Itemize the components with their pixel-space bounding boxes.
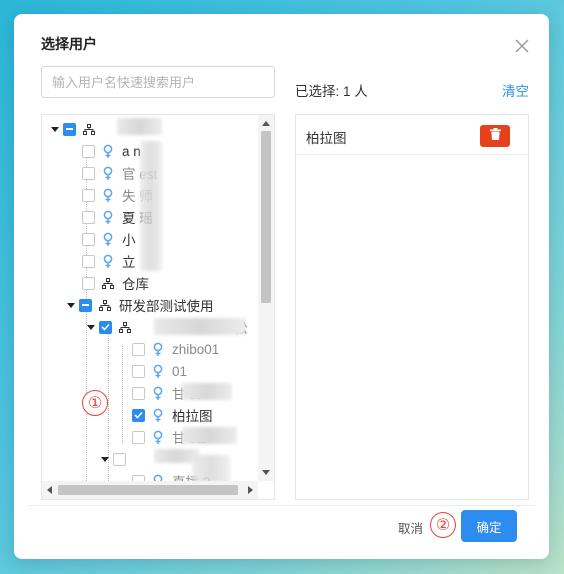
tree-node-user-selected[interactable]: 柏拉图 (132, 405, 213, 425)
scroll-up-arrow-icon[interactable] (262, 121, 270, 126)
expand-caret[interactable] (86, 322, 96, 332)
tree-checkbox[interactable] (132, 430, 145, 444)
user-search-input[interactable] (41, 66, 275, 98)
tree-node-org[interactable]: 仓库 (82, 273, 149, 293)
scroll-thumb[interactable] (261, 131, 271, 303)
tree-node-org[interactable] (100, 449, 132, 469)
cancel-button[interactable]: 取消 (398, 518, 423, 537)
tree-vertical-scrollbar[interactable] (258, 115, 274, 481)
org-icon (82, 121, 96, 137)
clear-selection-link[interactable]: 清空 (502, 80, 529, 100)
redacted-blur (182, 383, 232, 400)
annotation-marker-1: ① (82, 390, 108, 416)
expand-caret[interactable] (66, 300, 76, 310)
user-icon (101, 187, 115, 203)
tree-node-label: 立 (122, 255, 136, 270)
tree-node-label: 小 (122, 233, 136, 248)
user-icon (151, 407, 165, 423)
select-user-dialog: 选择用户 a n (14, 14, 549, 559)
user-icon (101, 209, 115, 225)
user-icon (151, 363, 165, 379)
confirm-button[interactable]: 确定 (461, 510, 517, 542)
tree-checkbox[interactable] (113, 452, 126, 466)
tree-checkbox[interactable] (79, 298, 92, 312)
tree-node-label: 研发部测试使用 (119, 299, 214, 314)
selected-users-panel: 柏拉图 (295, 114, 529, 500)
tree-node-label: 01 (172, 363, 188, 379)
dialog-title: 选择用户 (41, 36, 97, 52)
user-icon (151, 473, 165, 481)
redacted-blur (117, 118, 162, 135)
user-icon (101, 143, 115, 159)
tree-node-label: 柏拉图 (172, 409, 213, 424)
tree-node-user[interactable]: 小 (82, 229, 136, 249)
redacted-blur (154, 318, 246, 335)
redacted-blur (182, 427, 237, 444)
selected-user-name: 柏拉图 (306, 131, 347, 146)
tree-checkbox[interactable] (132, 364, 145, 378)
tree-horizontal-scrollbar[interactable] (42, 481, 258, 499)
tree-checkbox[interactable] (63, 122, 76, 136)
close-icon[interactable] (515, 39, 531, 55)
tree-node-root-org[interactable] (50, 119, 103, 139)
tree-checkbox[interactable] (99, 320, 112, 334)
delete-selected-button[interactable] (480, 125, 510, 147)
tree-guide (122, 345, 123, 443)
user-icon (101, 165, 115, 181)
scroll-down-arrow-icon[interactable] (262, 470, 270, 475)
user-icon (101, 231, 115, 247)
org-user-tree: a n 官 est 失 师 夏 瑶 (41, 114, 275, 500)
tree-checkbox[interactable] (132, 342, 145, 356)
org-icon (98, 297, 112, 313)
user-icon (151, 385, 165, 401)
footer-divider (28, 505, 535, 506)
tree-checkbox[interactable] (82, 210, 95, 224)
tree-checkbox[interactable] (82, 276, 95, 290)
trash-icon (489, 127, 501, 145)
tree-checkbox[interactable] (132, 386, 145, 400)
expand-caret[interactable] (100, 454, 110, 464)
selected-user-item: 柏拉图 (296, 115, 528, 155)
tree-node-user[interactable]: 01 (132, 361, 187, 381)
org-icon (101, 275, 115, 291)
tree-node-user[interactable]: a n (82, 141, 141, 161)
tree-node-label: zhibo01 (172, 341, 220, 357)
user-icon (151, 429, 165, 445)
user-icon (101, 253, 115, 269)
scroll-thumb[interactable] (58, 485, 238, 495)
org-icon (118, 319, 132, 335)
redacted-blur (140, 141, 162, 271)
tree-content: a n 官 est 失 师 夏 瑶 (42, 115, 258, 481)
tree-node-user[interactable]: 立 (82, 251, 136, 271)
selected-count-label: 已选择: 1 人 (295, 84, 368, 99)
tree-checkbox[interactable] (132, 408, 145, 422)
tree-checkbox[interactable] (82, 232, 95, 246)
tree-node-org-rd[interactable]: 研发部测试使用 (66, 295, 214, 315)
scroll-left-arrow-icon[interactable] (47, 486, 52, 494)
tree-checkbox[interactable] (82, 144, 95, 158)
tree-checkbox[interactable] (82, 166, 95, 180)
redacted-blur (192, 455, 230, 481)
expand-caret[interactable] (50, 124, 60, 134)
tree-checkbox[interactable] (82, 188, 95, 202)
tree-checkbox[interactable] (82, 254, 95, 268)
annotation-marker-2: ② (430, 512, 456, 538)
user-icon (151, 341, 165, 357)
scroll-right-arrow-icon[interactable] (248, 486, 253, 494)
tree-node-label: a n (122, 143, 141, 159)
tree-node-user[interactable]: zhibo01 (132, 339, 219, 359)
tree-node-label: 仓库 (122, 277, 149, 292)
